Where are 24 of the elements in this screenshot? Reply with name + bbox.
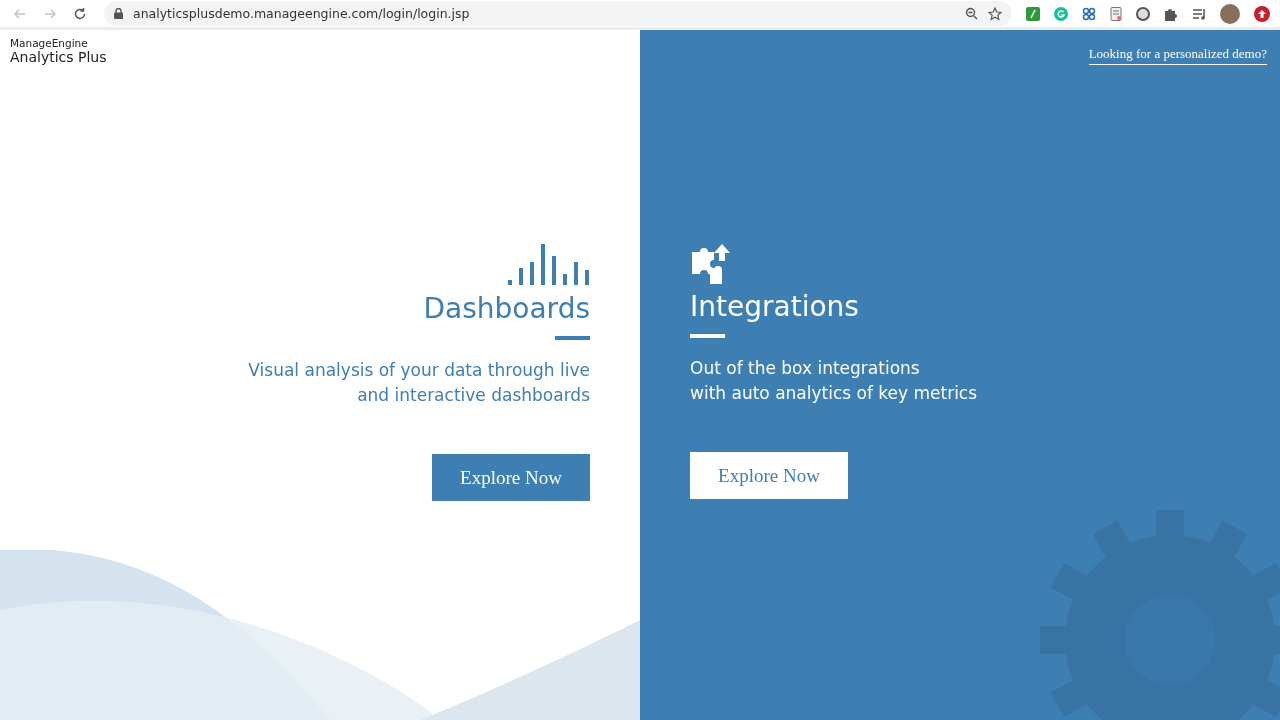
address-bar[interactable]: analyticsplusdemo.manageengine.com/login/login.jsp [104, 1, 1012, 26]
avatar-icon[interactable] [1220, 3, 1240, 24]
feature-title: Dashboards [423, 292, 590, 326]
puzzle-icon[interactable] [1164, 6, 1178, 21]
bar-chart-icon [508, 244, 590, 286]
vendor-logo: ManageEngine [10, 37, 89, 49]
url-text: analyticsplusdemo.manageengine.com/login/login.jsp [133, 6, 470, 21]
lock-icon [114, 8, 123, 19]
playlist-icon[interactable] [1192, 6, 1206, 21]
explore-now-button[interactable]: Explore Now [432, 454, 590, 501]
extension-icon[interactable] [1136, 6, 1150, 21]
upload-icon[interactable] [1254, 5, 1270, 22]
feature-description: Out of the box integrations with auto analytics of key metrics [690, 357, 978, 405]
extension-icon[interactable] [1110, 6, 1122, 21]
star-icon[interactable] [988, 6, 1002, 21]
feature-description: Visual analysis of your data through live and interactive dashboards [248, 359, 590, 407]
feature-title: Integrations [690, 290, 859, 324]
extension-icon[interactable] [1026, 6, 1040, 21]
product-name: Analytics Plus [10, 49, 107, 65]
reload-icon[interactable] [72, 6, 88, 21]
explore-now-button[interactable]: Explore Now [690, 452, 848, 499]
personalized-demo-link[interactable]: Looking for a personalized demo? [1088, 46, 1267, 65]
extension-icon[interactable] [1082, 6, 1096, 21]
zoom-icon[interactable] [965, 7, 978, 20]
